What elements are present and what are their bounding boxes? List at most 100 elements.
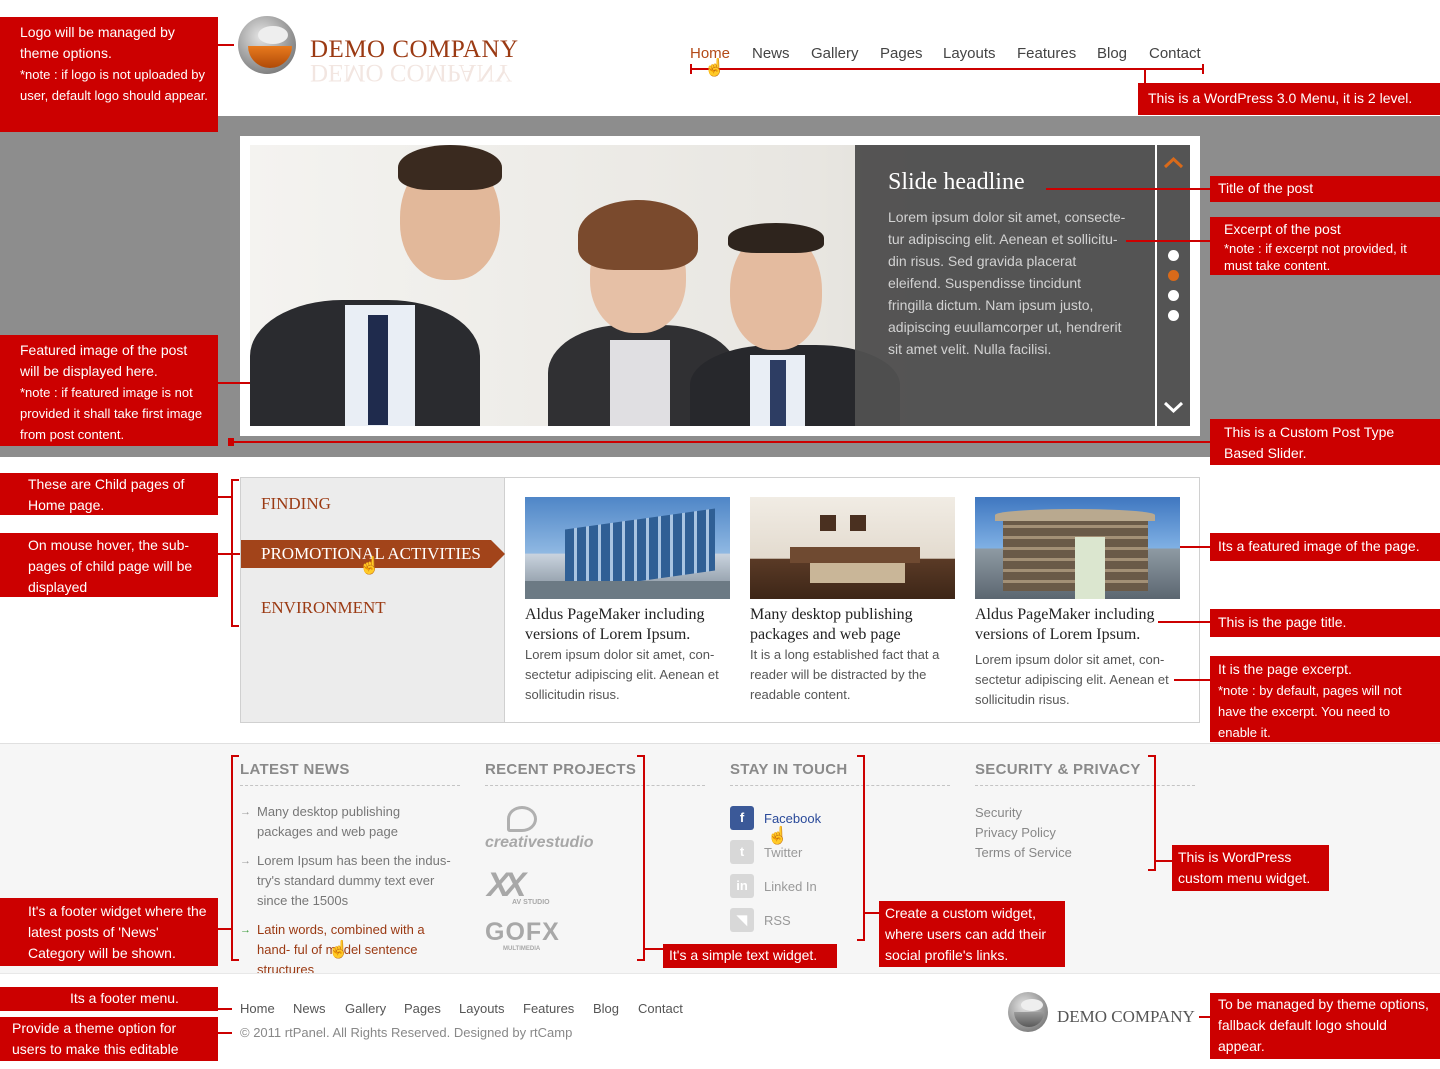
callout-featured-note: *note : if featured image is not provide… [20,385,203,442]
slider-indicator-line [230,441,1212,443]
facebook-icon[interactable]: f [730,806,754,830]
callout-logo-note: *note : if logo is not uploaded by user,… [20,67,208,103]
footer-menu-blog[interactable]: Blog [593,1001,619,1016]
pointer-line [218,928,232,930]
page-title[interactable]: Many desktop publishing packages and web… [750,605,960,645]
callout-footer-logo: To be managed by theme options, fallback… [1210,993,1440,1059]
pointer-line [1156,860,1172,862]
page-featured-image[interactable] [525,497,730,599]
menu-indicator-tick [690,64,692,74]
callout-excerpt: Excerpt of the post *note : if excerpt n… [1210,217,1440,275]
callout-excerpt-note: *note : if excerpt not provided, it must… [1224,241,1407,273]
footer-menu-contact[interactable]: Contact [638,1001,683,1016]
nav-contact[interactable]: Contact [1149,45,1201,62]
footer-link-terms[interactable]: Terms of Service [975,845,1072,860]
latest-news-bracket [231,755,239,961]
pointer-line [645,948,663,950]
widget-title-latest-news: LATEST NEWS [240,761,350,778]
nav-features[interactable]: Features [1017,45,1076,62]
social-link-twitter[interactable]: Twitter [764,845,802,860]
latest-news-item-label: Many desktop publishing packages and web… [257,804,401,839]
pointer-line [218,44,234,46]
logo-icon[interactable] [238,16,296,74]
hand-cursor-icon: ☝ [704,58,726,77]
gofx-tagline: MULTIMEDIA [503,946,541,952]
footer-menu-layouts[interactable]: Layouts [459,1001,505,1016]
footer-link-privacy-policy[interactable]: Privacy Policy [975,825,1056,840]
child-page-environment[interactable]: ENVIRONMENT [261,598,386,618]
callout-page-image: Its a featured image of the page. [1210,533,1440,561]
social-link-rss[interactable]: RSS [764,913,791,928]
slider-indicator-dot [228,438,234,446]
page-featured-image[interactable] [975,497,1180,599]
callout-page-excerpt: It is the page excerpt. *note : by defau… [1210,656,1440,742]
pointer-line [865,912,879,914]
pointer-line [218,1008,232,1010]
latest-news-item-label: Lorem Ipsum has been the indus- try's st… [257,853,451,908]
chevron-up-icon[interactable] [1161,151,1186,175]
footer-menu-home[interactable]: Home [240,1001,275,1016]
hand-cursor-icon: ☝ [767,826,789,845]
project-logo-av-studio[interactable]: AV STUDIO [512,899,550,906]
child-page-finding[interactable]: FINDING [261,494,331,514]
nav-layouts[interactable]: Layouts [943,45,996,62]
social-widget-bracket [857,755,865,941]
footer-logo-icon[interactable] [1008,992,1048,1032]
callout-page-excerpt-note: *note : by default, pages will not have … [1218,683,1402,740]
pointer-line [1180,546,1210,548]
widget-title-security-privacy: SECURITY & PRIVACY [975,761,1141,778]
slider-dot-active[interactable] [1168,270,1179,281]
nav-gallery[interactable]: Gallery [811,45,859,62]
twitter-icon[interactable]: t [730,840,754,864]
nav-pages[interactable]: Pages [880,45,923,62]
latest-news-item[interactable]: → Lorem Ipsum has been the indus- try's s… [240,851,455,911]
nav-news[interactable]: News [752,45,790,62]
pointer-line [1046,188,1210,190]
arrow-right-icon: → [240,855,251,867]
pointer-line [1199,1016,1210,1018]
footer-link-security[interactable]: Security [975,805,1022,820]
copyright-text: © 2011 rtPanel. All Rights Reserved. Des… [240,1025,573,1040]
footer-menu-news[interactable]: News [293,1001,326,1016]
footer-menu-features[interactable]: Features [523,1001,574,1016]
social-link-facebook[interactable]: Facebook [764,811,821,826]
text-widget-bracket [637,755,645,961]
callout-menu: This is a WordPress 3.0 Menu, it is 2 le… [1138,83,1440,115]
slider-dot[interactable] [1168,290,1179,301]
slider-dot[interactable] [1168,250,1179,261]
widget-divider [975,785,1195,786]
latest-news-item[interactable]: → Many desktop publishing packages and we… [240,802,455,842]
project-logo-creativestudio[interactable]: creativestudio [485,834,593,852]
slide-headline[interactable]: Slide headline [888,169,1025,196]
slider-dot[interactable] [1168,310,1179,321]
callout-latest-widget: It's a footer widget where the latest po… [0,898,218,966]
page-excerpt: Lorem ipsum dolor sit amet, con- sectetu… [975,652,1169,707]
callout-logo-text: Logo will be managed by theme options. [20,24,175,61]
linkedin-icon[interactable]: in [730,874,754,898]
page-title[interactable]: Aldus PageMaker including versions of Lo… [975,605,1185,645]
chevron-down-icon[interactable] [1161,395,1186,419]
widget-divider [240,785,460,786]
callout-post-title: Title of the post [1210,176,1440,202]
project-logo-gofx[interactable]: GOFX [485,918,560,947]
page-featured-image[interactable] [750,497,955,599]
footer-menu-pages[interactable]: Pages [404,1001,441,1016]
child-pages-nav: FINDING PROMOTIONAL ACTIVITIES ENVIRONME… [241,478,505,722]
pointer-line [1158,621,1210,623]
footer-menu-gallery[interactable]: Gallery [345,1001,386,1016]
page-title[interactable]: Aldus PageMaker including versions of Lo… [525,605,735,645]
social-link-linkedin[interactable]: Linked In [764,879,817,894]
callout-slider: This is a Custom Post Type Based Slider. [1210,419,1440,465]
callout-featured-image: Featured image of the post will be displ… [0,335,218,446]
callout-hover: On mouse hover, the sub-pages of child p… [0,533,218,597]
callout-excerpt-text: Excerpt of the post [1224,221,1341,237]
callout-copyright-option: Provide a theme option for users to make… [0,1017,218,1061]
footer-logo-text[interactable]: DEMO COMPANY [1057,1007,1195,1027]
rss-icon[interactable]: ◥ [730,908,754,932]
menu-widget-bracket [1148,755,1156,871]
widget-title-recent-projects: RECENT PROJECTS [485,761,637,778]
callout-logo: Logo will be managed by theme options. *… [0,17,218,132]
widget-divider [485,785,705,786]
callout-footer-menu: Its a footer menu. [0,987,218,1011]
nav-blog[interactable]: Blog [1097,45,1127,62]
